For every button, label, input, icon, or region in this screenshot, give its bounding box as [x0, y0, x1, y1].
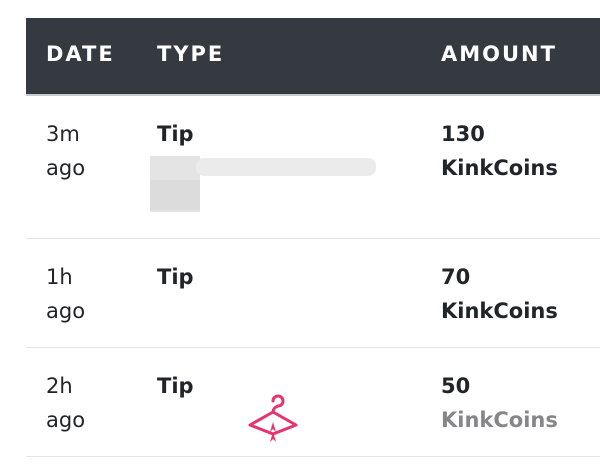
row-amount: 130 KinkCoins: [441, 117, 581, 185]
row-type: Tip: [157, 122, 194, 146]
row-amount-currency: KinkCoins: [441, 156, 558, 180]
transactions-table: DATE TYPE AMOUNT 3m ago Tip 130 KinkCoin…: [26, 18, 600, 457]
row-date-unit: ago: [46, 408, 86, 432]
column-header-type[interactable]: TYPE: [157, 42, 224, 66]
row-amount: 70 KinkCoins: [441, 260, 581, 328]
table-row: 1h ago Tip 70 KinkCoins: [26, 239, 600, 348]
row-date: 1h ago: [46, 260, 116, 328]
row-date-unit: ago: [46, 299, 86, 323]
row-amount-currency: KinkCoins: [441, 408, 558, 432]
row-amount-currency: KinkCoins: [441, 299, 558, 323]
row-amount-value: 50: [441, 374, 471, 398]
row-date-value: 1h: [46, 265, 73, 289]
row-type: Tip: [157, 265, 194, 289]
row-amount-value: 130: [441, 122, 485, 146]
row-date-value: 2h: [46, 374, 73, 398]
column-header-date[interactable]: DATE: [46, 42, 115, 66]
column-header-amount[interactable]: AMOUNT: [441, 42, 557, 66]
hanger-icon: [248, 394, 298, 442]
redacted-username: [150, 156, 380, 212]
row-amount: 50 KinkCoins: [441, 369, 581, 437]
row-type: Tip: [157, 374, 194, 398]
table-header: DATE TYPE AMOUNT: [26, 18, 600, 96]
row-date: 3m ago: [46, 117, 116, 185]
table-row: 2h ago Tip 50 KinkCoins: [26, 348, 600, 457]
row-amount-value: 70: [441, 265, 471, 289]
row-date-unit: ago: [46, 156, 86, 180]
row-date-value: 3m: [46, 122, 80, 146]
row-date: 2h ago: [46, 369, 116, 437]
table-row: 3m ago Tip 130 KinkCoins: [26, 96, 600, 239]
